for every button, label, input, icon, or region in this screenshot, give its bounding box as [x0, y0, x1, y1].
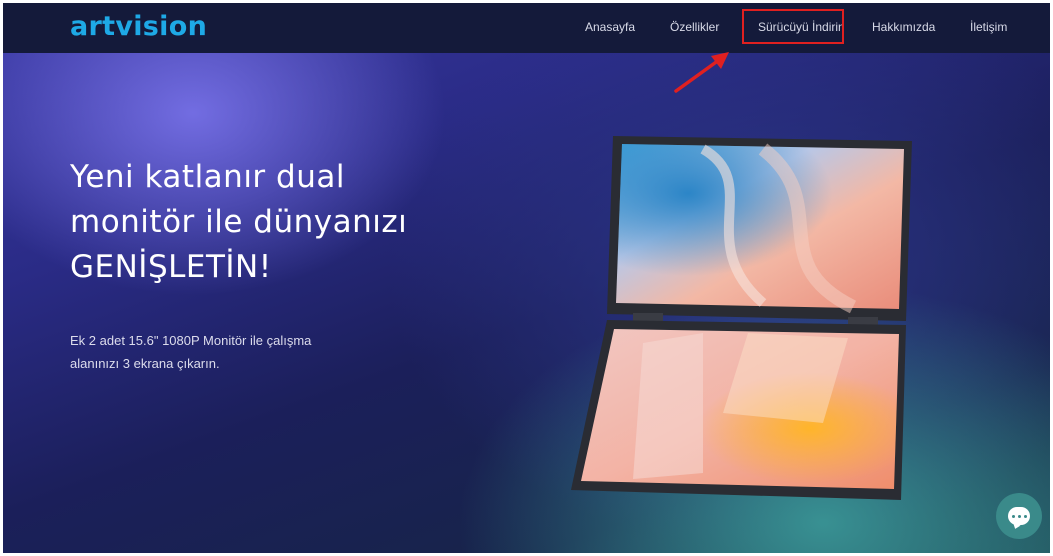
- chat-bubble-icon: [1008, 507, 1030, 525]
- page-frame: artvision Anasayfa Özellikler Sürücüyü İ…: [3, 3, 1050, 553]
- dual-monitor-image: [571, 136, 912, 500]
- chat-button[interactable]: [996, 493, 1042, 539]
